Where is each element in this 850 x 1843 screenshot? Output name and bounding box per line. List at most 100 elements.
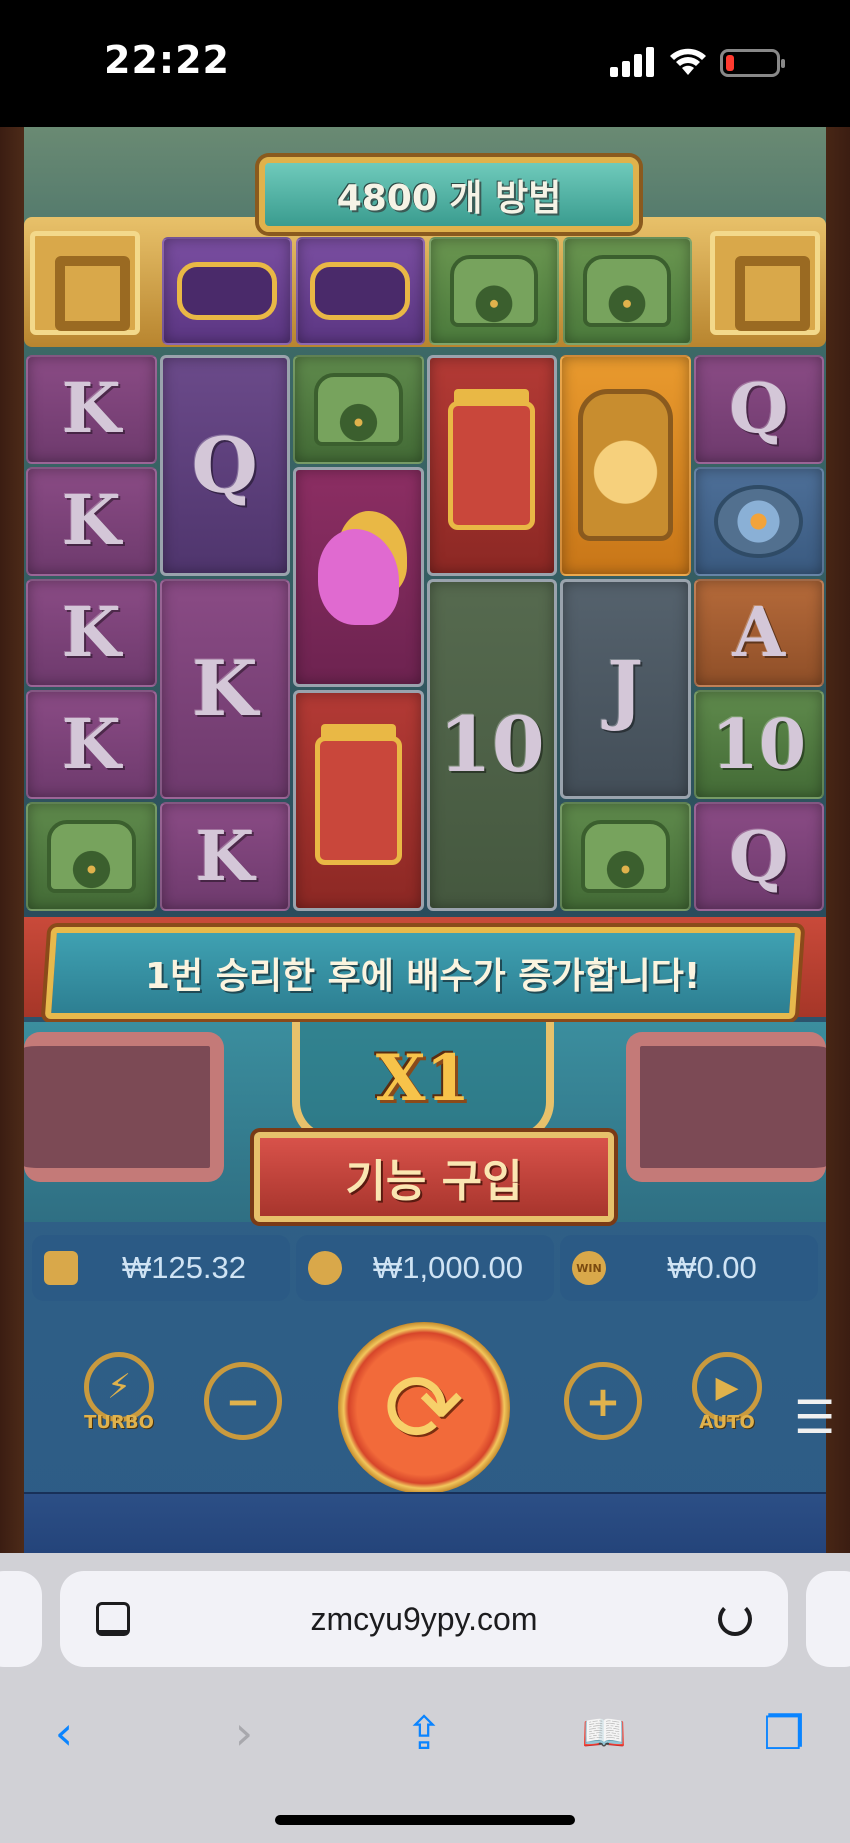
symbol-tile <box>293 355 424 464</box>
status-bar: 22:22 <box>0 0 850 127</box>
buy-feature-label: 기능 구입 <box>345 1156 523 1207</box>
blue-wheel-icon <box>714 484 804 558</box>
symbol-letter: Q <box>191 420 258 510</box>
symbol-letter: Q <box>729 369 789 450</box>
symbol-letter: K <box>61 704 121 785</box>
plus-icon: + <box>564 1362 642 1440</box>
reload-icon[interactable] <box>718 1602 752 1636</box>
symbol-10: 10 <box>693 690 824 800</box>
battery-icon <box>720 49 785 77</box>
reel-grid: K K K K Q K K 10 J Q A 10 Q <box>24 355 826 911</box>
symbol-tile <box>426 355 557 576</box>
symbol-letter: 10 <box>438 700 545 790</box>
symbol-letter: K <box>191 644 258 734</box>
win-value: ₩0.00 <box>667 1250 757 1285</box>
page-menu-icon[interactable] <box>96 1602 130 1636</box>
previous-tab-preview[interactable] <box>0 1571 42 1667</box>
buy-feature-button[interactable]: 기능 구입 <box>254 1132 614 1222</box>
home-indicator <box>275 1815 575 1825</box>
symbol-tile <box>560 355 691 576</box>
symbol-tile <box>162 237 292 345</box>
cellular-signal-icon <box>610 47 654 77</box>
browser-chrome: zmcyu9ypy.com ‹ › ⇪ 📖 ❐ <box>0 1553 850 1843</box>
symbol-tile <box>562 237 692 345</box>
symbol-tile <box>293 690 424 911</box>
bet-value: ₩1,000.00 <box>373 1250 523 1285</box>
symbol-tile <box>429 237 559 345</box>
red-mask-icon <box>448 400 536 530</box>
back-icon[interactable]: ‹ <box>34 1703 94 1763</box>
decrease-bet-button[interactable]: − <box>204 1362 282 1440</box>
next-tab-preview[interactable] <box>806 1571 850 1667</box>
status-time: 22:22 <box>104 38 230 82</box>
bottom-stone-border <box>24 1492 826 1553</box>
balance-value: ₩125.32 <box>121 1250 247 1285</box>
purple-serpent-icon <box>310 262 411 320</box>
green-mask-icon <box>449 254 538 328</box>
game-frame: 4800 개 방법 K K K K Q K K 10 J Q A 10 Q 1번 승리한 후에 배수가 … <box>24 127 835 1553</box>
info-bar: ₩125.32 ₩1,000.00 WIN ₩0.00 <box>24 1227 826 1309</box>
spin-button[interactable]: ⟳ <box>338 1322 510 1494</box>
multiplier-frame: X1 <box>292 1022 554 1142</box>
share-icon[interactable]: ⇪ <box>394 1703 454 1763</box>
message-text: 1번 승리한 후에 배수가 증가합니다! <box>145 956 701 997</box>
symbol-a: A <box>693 578 824 688</box>
green-mask-icon <box>580 819 670 894</box>
serpent-ornament-icon <box>24 1032 224 1182</box>
spiral-ornament-icon <box>710 231 820 335</box>
menu-icon[interactable]: ☰ <box>794 1390 835 1444</box>
forward-icon[interactable]: › <box>214 1703 274 1763</box>
minus-icon: − <box>204 1362 282 1440</box>
symbol-tile <box>693 466 824 576</box>
coins-icon <box>308 1251 342 1285</box>
wifi-icon <box>670 48 706 75</box>
symbol-tile <box>26 802 157 911</box>
symbol-letter: 10 <box>711 704 807 785</box>
symbol-letter: J <box>607 644 644 734</box>
symbol-tile <box>560 802 691 911</box>
symbol-k: K <box>159 578 290 800</box>
green-mask-icon <box>46 819 136 894</box>
symbol-q: Q <box>159 355 290 576</box>
symbol-q: Q <box>693 355 824 464</box>
symbol-letter: K <box>61 481 121 562</box>
turbo-button[interactable]: ⚡ TURBO <box>84 1352 154 1433</box>
message-banner: 1번 승리한 후에 배수가 증가합니다! <box>44 927 802 1019</box>
auto-spin-button[interactable]: ▶ AUTO <box>692 1352 762 1433</box>
symbol-letter: K <box>61 369 121 450</box>
tabs-icon[interactable]: ❐ <box>754 1703 814 1763</box>
symbol-letter: A <box>732 592 786 673</box>
symbol-10: 10 <box>426 578 557 911</box>
spiral-ornament-icon <box>30 231 140 335</box>
win-icon: WIN <box>572 1251 606 1285</box>
symbol-letter: K <box>61 592 121 673</box>
slot-game: 4800 개 방법 K K K K Q K K 10 J Q A 10 Q 1번 승리한 후에 배수가 … <box>0 127 850 1553</box>
wallet-icon <box>44 1251 78 1285</box>
symbol-k: K <box>26 578 157 688</box>
auto-label: AUTO <box>699 1412 755 1433</box>
green-mask-icon <box>313 372 403 447</box>
control-panel: ⚡ TURBO − ⟳ + ▶ AUTO ☰ <box>24 1312 835 1494</box>
symbol-k: K <box>26 355 157 464</box>
symbol-k: K <box>26 690 157 800</box>
top-reel-row <box>162 237 692 345</box>
increase-bet-button[interactable]: + <box>564 1362 642 1440</box>
symbol-k: K <box>159 802 290 911</box>
battery-level <box>726 55 734 71</box>
ways-count: 4800 개 방법 <box>336 177 562 219</box>
red-mask-icon <box>314 736 402 866</box>
green-mask-icon <box>583 254 672 328</box>
purple-serpent-icon <box>176 262 277 320</box>
symbol-q: Q <box>693 802 824 911</box>
spin-arrows-icon: ⟳ <box>383 1352 465 1464</box>
serpent-ornament-icon <box>626 1032 826 1182</box>
address-bar[interactable]: zmcyu9ypy.com <box>60 1571 788 1667</box>
bookmarks-icon[interactable]: 📖 <box>574 1703 634 1763</box>
symbol-tile <box>295 237 425 345</box>
symbol-k: K <box>26 466 157 576</box>
ways-banner: 4800 개 방법 <box>259 157 639 232</box>
symbol-letter: Q <box>729 816 789 897</box>
symbol-j: J <box>560 578 691 800</box>
bet-display[interactable]: ₩1,000.00 <box>296 1235 554 1301</box>
balance-display: ₩125.32 <box>32 1235 290 1301</box>
